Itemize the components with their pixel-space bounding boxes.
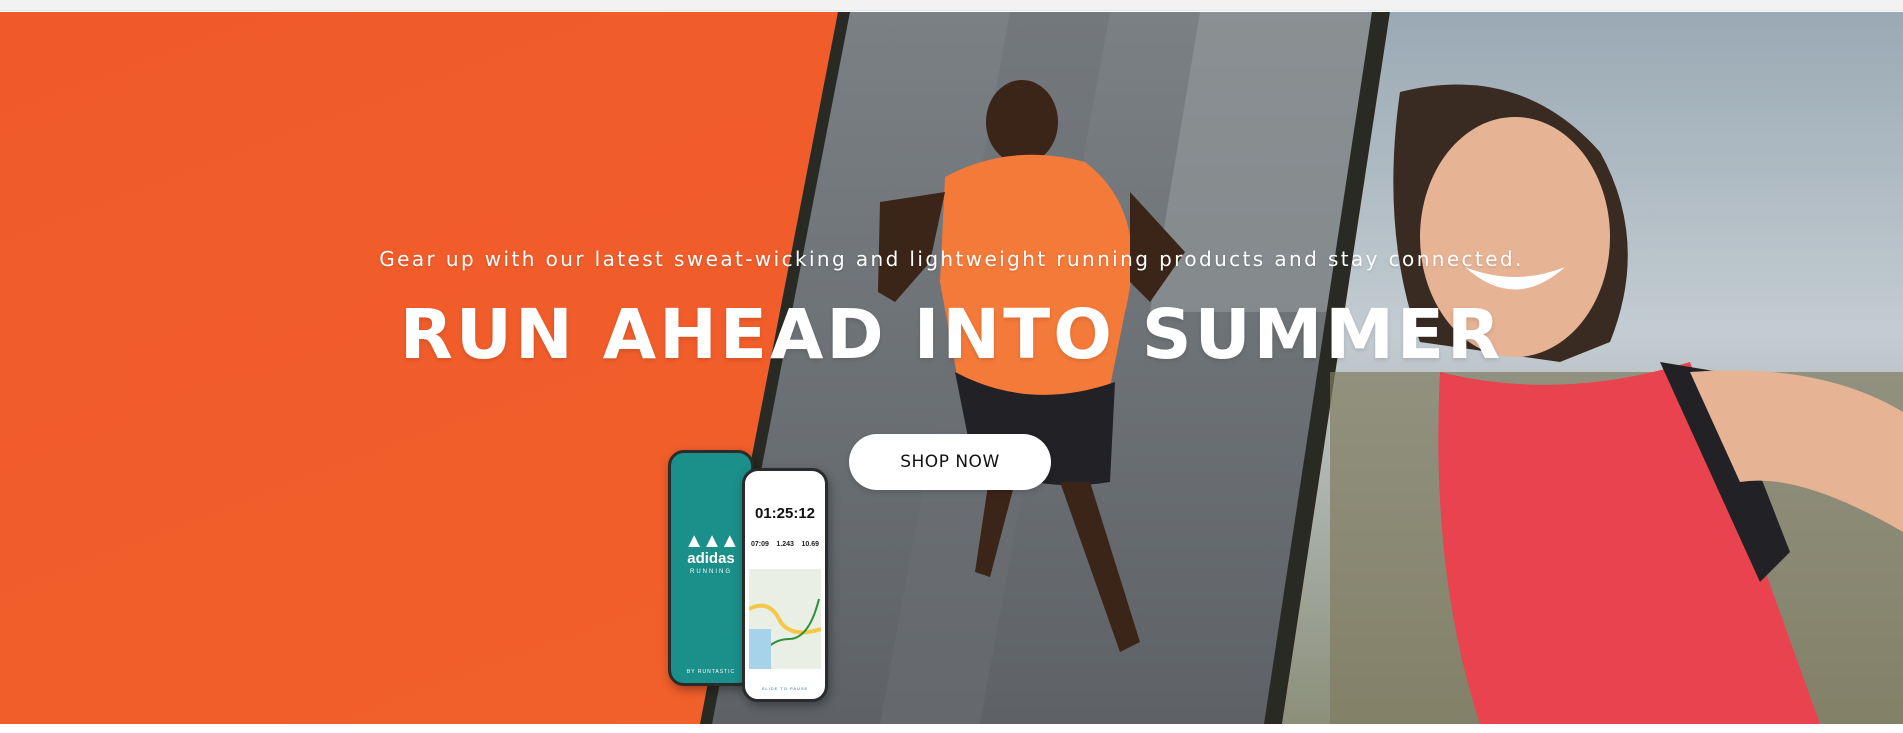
app-subtitle: RUNNING	[690, 569, 732, 575]
app-stat-calories: 1.243	[776, 541, 794, 548]
phone-running-app-tracker: 01:25:12 07:09 1.243 10.69 SLIDE TO PAUS…	[742, 468, 828, 702]
app-slide-to-pause: SLIDE TO PAUSE	[761, 686, 809, 691]
hero-headline: RUN AHEAD INTO SUMMER	[399, 295, 1504, 375]
top-divider	[0, 0, 1903, 11]
app-phones: ▲▲▲ adidas RUNNING BY RUNTASTIC 01:25:12…	[668, 450, 838, 710]
app-stat-pace: 07:09	[751, 541, 769, 548]
app-timer: 01:25:12	[754, 505, 816, 522]
hero-tagline: Gear up with our latest sweat-wicking an…	[379, 247, 1524, 271]
app-brand: adidas	[687, 550, 735, 567]
app-stat-distance: 10.69	[801, 541, 819, 548]
app-route-map	[748, 569, 822, 669]
hero-banner[interactable]: ▲▲▲ adidas RUNNING BY RUNTASTIC 01:25:12…	[0, 12, 1903, 724]
app-stats: 07:09 1.243 10.69	[751, 541, 819, 548]
shop-now-button[interactable]: SHOP NOW	[849, 434, 1051, 490]
adidas-performance-logo-icon: ▲▲▲	[684, 530, 739, 552]
bottom-divider	[0, 724, 1903, 733]
app-byline: BY RUNTASTIC	[686, 669, 736, 675]
